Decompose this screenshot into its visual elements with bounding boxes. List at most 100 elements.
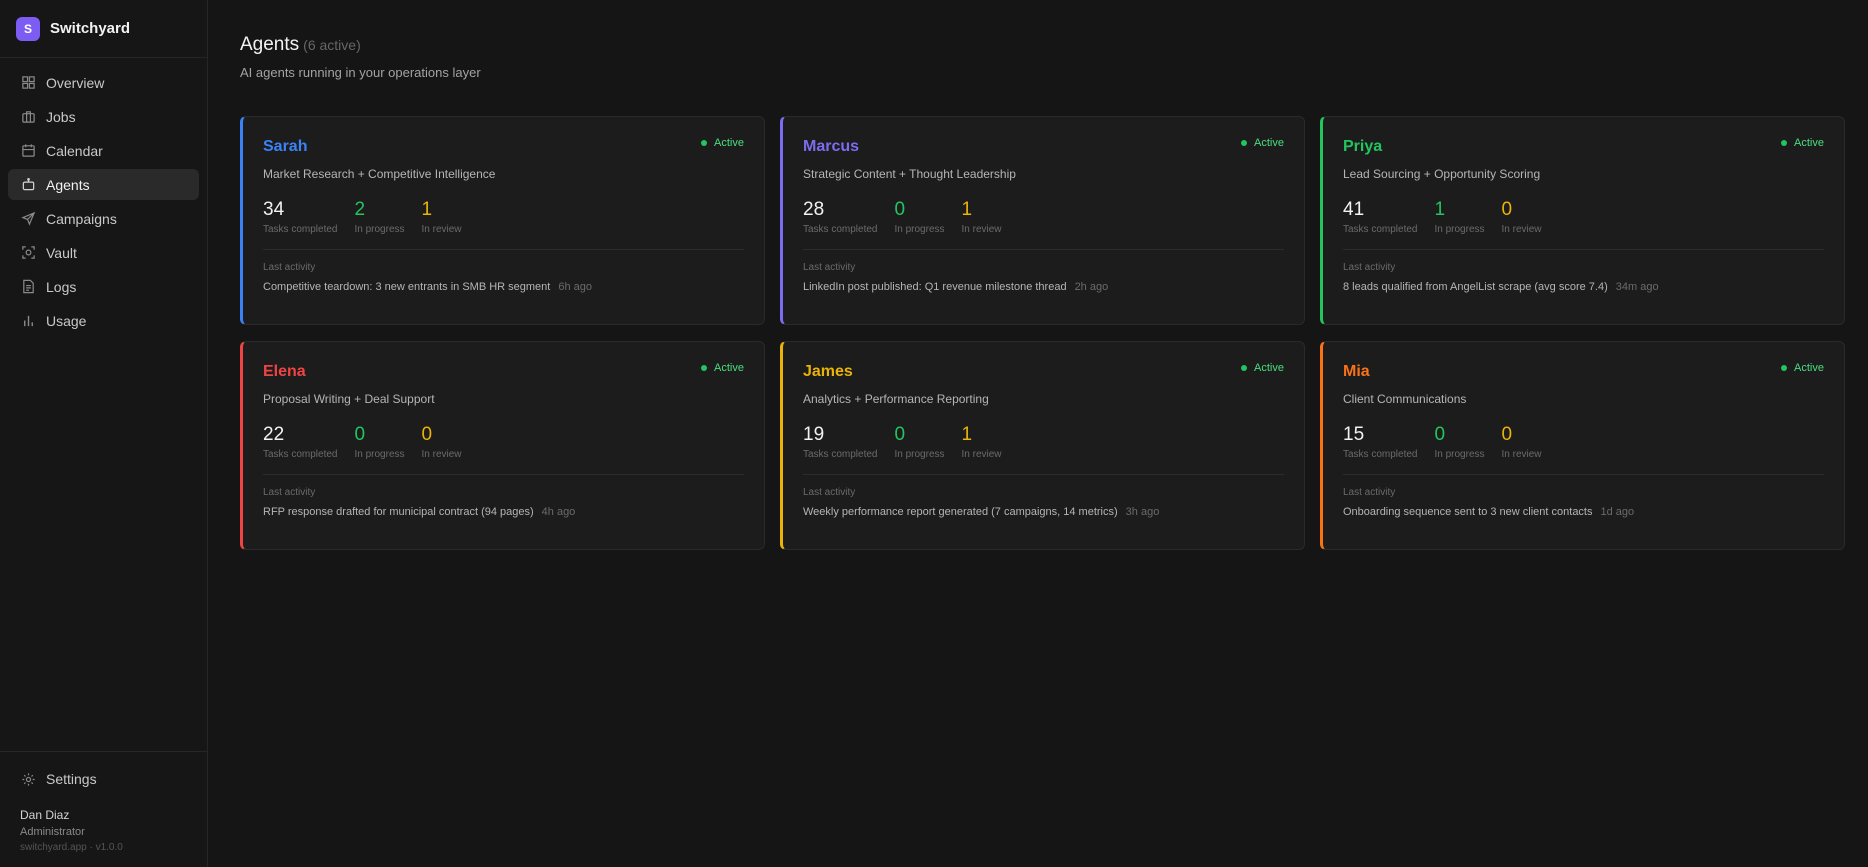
status-dot-icon (1781, 140, 1788, 146)
sidebar-item-agents[interactable]: Agents (8, 169, 199, 200)
status-badge: Active (1241, 362, 1284, 374)
sidebar-item-logs[interactable]: Logs (8, 271, 199, 302)
sidebar-item-overview[interactable]: Overview (8, 67, 199, 98)
stat-label: In review (961, 224, 1002, 235)
agent-card[interactable]: Sarah Active Market Research + Competiti… (240, 116, 765, 325)
agent-name: James (803, 363, 853, 380)
agent-role: Strategic Content + Thought Leadership (803, 167, 1016, 181)
stat-value: 0 (894, 199, 906, 220)
stat-value: 28 (803, 199, 825, 220)
agent-name: Sarah (263, 138, 308, 155)
page-title: Agents (240, 34, 300, 55)
last-activity-time: 34m ago (1615, 281, 1659, 293)
sidebar-nav: Overview Jobs Calendar Agents Campaigns (0, 58, 207, 339)
stat-completed: 41 Tasks completed (1343, 199, 1417, 235)
sidebar: S Switchyard Overview Jobs Calendar Agen… (0, 0, 208, 867)
agent-role: Lead Sourcing + Opportunity Scoring (1343, 167, 1541, 181)
stat-label: In review (1501, 224, 1542, 235)
status-label: Active (1254, 137, 1284, 149)
last-activity-time: 3h ago (1125, 506, 1160, 518)
stat-completed: 34 Tasks completed (263, 199, 337, 235)
stat-completed: 28 Tasks completed (803, 199, 877, 235)
stat-value: 2 (354, 199, 366, 220)
status-dot-icon (701, 365, 708, 371)
status-dot-icon (1241, 365, 1248, 371)
robot-icon (20, 177, 36, 193)
divider (1343, 249, 1824, 250)
status-badge: Active (1781, 362, 1824, 374)
last-activity: LinkedIn post published: Q1 revenue mile… (803, 281, 1284, 293)
agent-card[interactable]: Elena Active Proposal Writing + Deal Sup… (240, 341, 765, 550)
status-badge: Active (701, 137, 744, 149)
sidebar-item-vault[interactable]: Vault (8, 237, 199, 268)
sidebar-item-label: Jobs (46, 108, 76, 125)
agent-stats: 22 Tasks completed 0 In progress 0 In revie… (263, 424, 744, 460)
sidebar-item-label: Usage (46, 312, 87, 329)
sidebar-item-label: Calendar (46, 142, 103, 159)
stat-label: In review (961, 449, 1002, 460)
stat-label: Tasks completed (1343, 224, 1418, 235)
app-version: switchyard.app · v1.0.0 (20, 842, 123, 853)
agent-stats: 28 Tasks completed 0 In progress 1 In revie… (803, 199, 1284, 235)
agent-card[interactable]: Marcus Active Strategic Content + Though… (780, 116, 1305, 325)
stat-in-progress: 1 In progress (1434, 199, 1484, 235)
gear-icon (20, 771, 36, 787)
stat-in-review: 1 In review (962, 199, 1002, 235)
stat-in-progress: 0 In progress (1434, 424, 1484, 460)
agent-role: Client Communications (1343, 392, 1467, 406)
vault-icon (20, 245, 36, 261)
agent-stats: 41 Tasks completed 1 In progress 0 In revie… (1343, 199, 1824, 235)
sidebar-item-label: Logs (46, 278, 77, 295)
stat-value: 0 (354, 424, 366, 445)
agent-role: Proposal Writing + Deal Support (263, 392, 435, 406)
stat-completed: 22 Tasks completed (263, 424, 337, 460)
status-badge: Active (1241, 137, 1284, 149)
user-role: Administrator (20, 826, 85, 838)
stat-value: 0 (1434, 424, 1446, 445)
stat-in-review: 0 In review (1502, 424, 1542, 460)
sidebar-item-jobs[interactable]: Jobs (8, 101, 199, 132)
sidebar-item-calendar[interactable]: Calendar (8, 135, 199, 166)
agent-card[interactable]: Priya Active Lead Sourcing + Opportunity… (1320, 116, 1845, 325)
last-activity: RFP response drafted for municipal contr… (263, 506, 744, 518)
user-profile[interactable]: Dan Diaz Administrator switchyard.app · … (8, 794, 199, 867)
sidebar-item-label: Overview (46, 74, 105, 91)
agent-stats: 34 Tasks completed 2 In progress 1 In revie… (263, 199, 744, 235)
brand-name: Switchyard (50, 20, 131, 37)
stat-completed: 19 Tasks completed (803, 424, 877, 460)
stat-in-review: 0 In review (422, 424, 462, 460)
last-activity-text: 8 leads qualified from AngelList scrape … (1343, 281, 1608, 293)
stat-value: 1 (961, 424, 973, 445)
last-activity-label: Last activity (263, 262, 316, 273)
stat-label: In progress (354, 449, 405, 460)
sidebar-item-campaigns[interactable]: Campaigns (8, 203, 199, 234)
agent-name: Mia (1343, 363, 1370, 380)
stat-label: In progress (894, 224, 945, 235)
last-activity-text: LinkedIn post published: Q1 revenue mile… (803, 281, 1067, 293)
last-activity: 8 leads qualified from AngelList scrape … (1343, 281, 1824, 293)
stat-in-progress: 0 In progress (894, 199, 944, 235)
agent-role: Analytics + Performance Reporting (803, 392, 989, 406)
last-activity-label: Last activity (1343, 262, 1396, 273)
sidebar-item-label: Agents (46, 176, 90, 193)
status-label: Active (714, 137, 744, 149)
agent-card[interactable]: James Active Analytics + Performance Rep… (780, 341, 1305, 550)
stat-value: 1 (421, 199, 433, 220)
last-activity-time: 2h ago (1074, 281, 1109, 293)
sidebar-item-label: Vault (46, 244, 77, 261)
stat-label: Tasks completed (803, 449, 878, 460)
stat-label: In progress (1434, 224, 1485, 235)
last-activity-label: Last activity (263, 487, 316, 498)
main-content: Agents (6 active) AI agents running in yo… (208, 0, 1868, 867)
stat-label: Tasks completed (263, 224, 338, 235)
sidebar-item-label: Settings (46, 771, 97, 787)
sidebar-item-usage[interactable]: Usage (8, 305, 199, 336)
brand[interactable]: S Switchyard (0, 0, 207, 58)
stat-in-review: 0 In review (1502, 199, 1542, 235)
sidebar-item-settings[interactable]: Settings (8, 764, 199, 794)
agent-card[interactable]: Mia Active Client Communications 15 Tasks… (1320, 341, 1845, 550)
stat-label: In review (421, 224, 462, 235)
sidebar-item-label: Campaigns (46, 210, 117, 227)
last-activity-text: RFP response drafted for municipal contr… (263, 506, 534, 518)
last-activity-time: 6h ago (558, 281, 593, 293)
